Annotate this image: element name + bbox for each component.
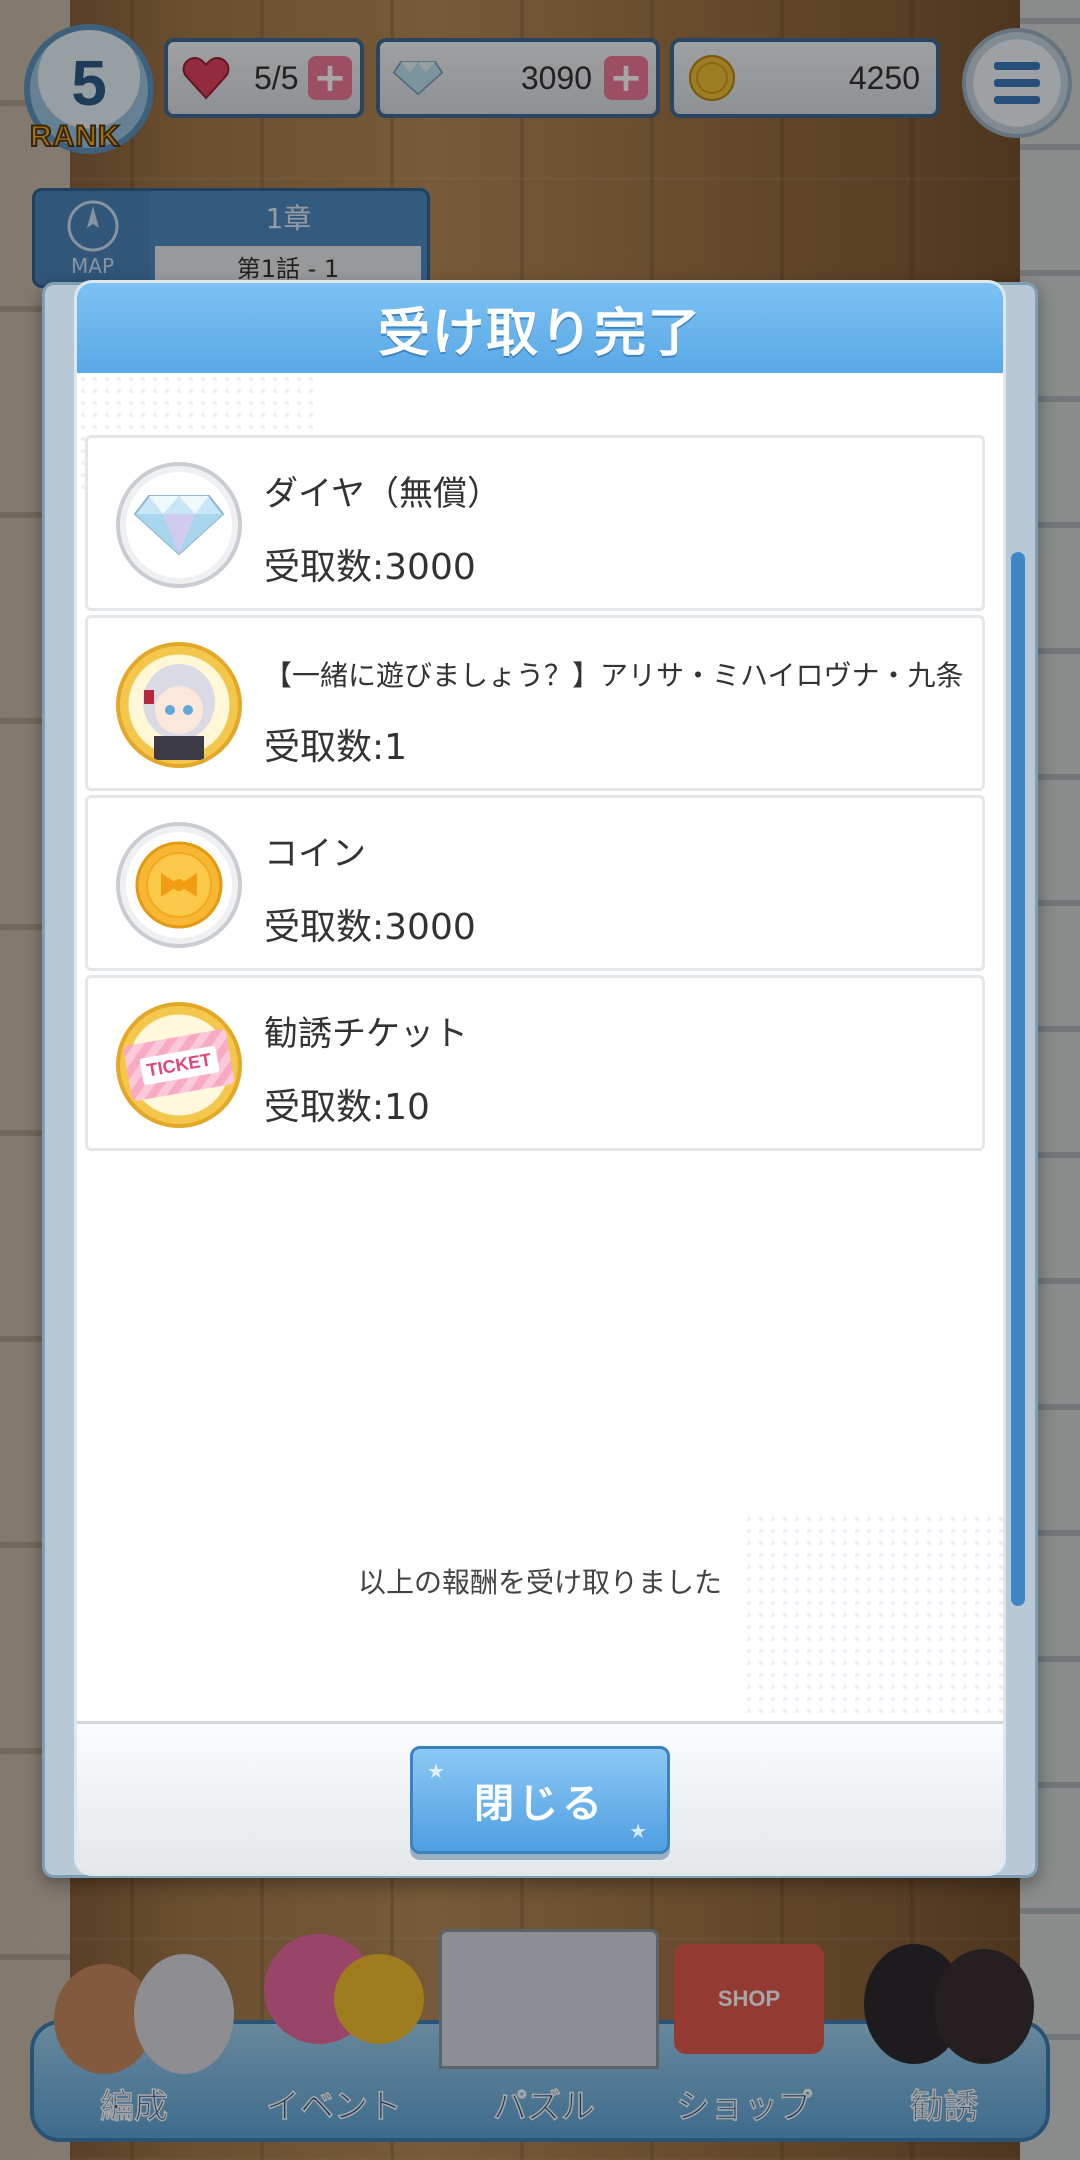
close-button-label: 閉じる bbox=[474, 1781, 606, 1827]
modal-header: 受け取り完了 bbox=[77, 283, 1003, 373]
star-decoration-icon: ★ bbox=[629, 1819, 651, 1843]
reward-item: コイン 受取数:3000 bbox=[85, 795, 985, 971]
received-message: 以上の報酬を受け取りました bbox=[357, 1566, 722, 1599]
reward-list-scrollbar[interactable] bbox=[1011, 552, 1025, 1606]
reward-count: 受取数:1 bbox=[264, 727, 408, 768]
ticket-icon: TICKET bbox=[116, 1002, 242, 1128]
reward-item: ダイヤ（無償） 受取数:3000 bbox=[85, 435, 985, 611]
character-icon bbox=[116, 642, 242, 768]
reward-received-dialog: 受け取り完了 ダイヤ（無償） 受取数:3000 【一緒に遊びましょう？】アリサ・… bbox=[74, 280, 1006, 1876]
reward-list[interactable]: ダイヤ（無償） 受取数:3000 【一緒に遊びましょう？】アリサ・ミハイロヴナ・… bbox=[85, 435, 985, 1155]
close-button[interactable]: ★ ★ 閉じる bbox=[410, 1746, 670, 1854]
reward-name: 【一緒に遊びましょう？】アリサ・ミハイロヴナ・九条 bbox=[264, 659, 964, 692]
reward-name: コイン bbox=[264, 834, 366, 874]
diamond-icon bbox=[116, 462, 242, 588]
reward-count: 受取数:10 bbox=[264, 1087, 430, 1128]
modal-title: 受け取り完了 bbox=[377, 303, 702, 364]
star-decoration-icon: ★ bbox=[427, 1759, 449, 1783]
reward-item: TICKET 勧誘チケット 受取数:10 bbox=[85, 975, 985, 1151]
reward-count: 受取数:3000 bbox=[264, 547, 476, 588]
decorative-dots bbox=[743, 1513, 1003, 1713]
reward-name: ダイヤ（無償） bbox=[264, 474, 501, 514]
reward-name: 勧誘チケット bbox=[264, 1014, 468, 1054]
reward-count: 受取数:3000 bbox=[264, 907, 476, 948]
modal-footer: ★ ★ 閉じる bbox=[77, 1721, 1003, 1873]
ticket-text: TICKET bbox=[138, 1045, 220, 1085]
ticket-graphic: TICKET bbox=[122, 1028, 236, 1102]
coin-icon bbox=[116, 822, 242, 948]
reward-item: 【一緒に遊びましょう？】アリサ・ミハイロヴナ・九条 受取数:1 bbox=[85, 615, 985, 791]
